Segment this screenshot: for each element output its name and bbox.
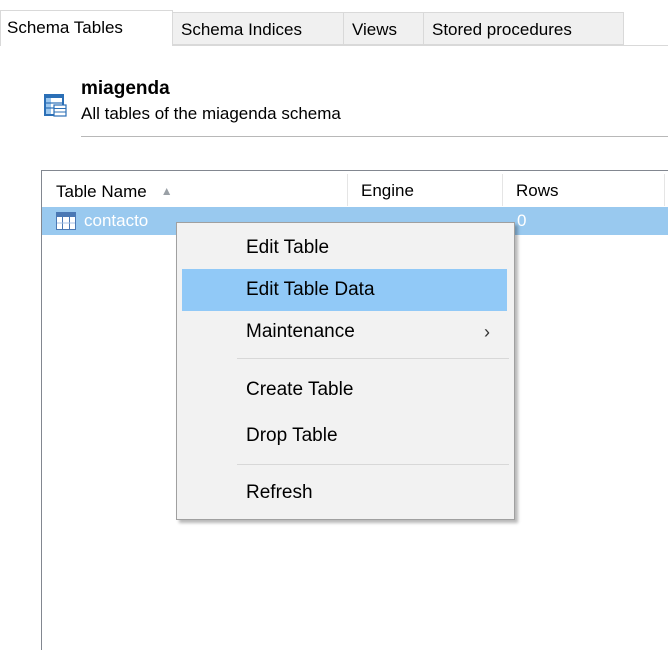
menu-item-label: Drop Table	[246, 425, 338, 446]
tab-strip: Schema Tables Schema Indices Views Store…	[0, 0, 668, 46]
tab-stored-procedures[interactable]: Stored procedures	[424, 12, 624, 45]
submenu-arrow-icon: ›	[484, 322, 490, 342]
menu-item-label: Create Table	[246, 379, 354, 400]
schema-tables-icon	[44, 94, 67, 117]
column-header-engine[interactable]: Engine	[347, 171, 502, 207]
schema-name: miagenda	[81, 78, 170, 99]
menu-separator	[237, 358, 509, 359]
tab-schema-tables[interactable]: Schema Tables	[0, 10, 173, 46]
menu-item-refresh[interactable]: Refresh	[182, 472, 507, 514]
menu-item-create-table[interactable]: Create Table	[182, 369, 507, 411]
tab-views[interactable]: Views	[344, 12, 424, 45]
menu-item-drop-table[interactable]: Drop Table	[182, 415, 507, 457]
schema-tables-panel: Schema Tables Schema Indices Views Store…	[0, 0, 668, 650]
schema-header-divider	[81, 136, 668, 137]
list-header: Table Name ▲ Engine Rows	[42, 171, 668, 207]
table-context-menu: Edit Table Edit Table Data Maintenance ›…	[176, 222, 515, 520]
table-icon	[56, 212, 76, 230]
schema-description: All tables of the miagenda schema	[81, 104, 341, 123]
column-header-table-name[interactable]: Table Name ▲	[42, 171, 347, 207]
menu-item-label: Edit Table Data	[246, 279, 375, 300]
column-divider[interactable]	[664, 174, 665, 206]
menu-item-label: Maintenance	[246, 321, 355, 342]
menu-item-maintenance[interactable]: Maintenance ›	[182, 311, 507, 353]
column-header-rows[interactable]: Rows	[502, 171, 662, 207]
menu-item-label: Refresh	[246, 482, 313, 503]
menu-separator	[237, 464, 509, 465]
menu-item-edit-table[interactable]: Edit Table	[182, 227, 507, 269]
tab-schema-indices[interactable]: Schema Indices	[173, 12, 344, 45]
sort-ascending-icon: ▲	[160, 184, 173, 198]
menu-item-label: Edit Table	[246, 237, 330, 258]
table-name-cell: contacto	[84, 211, 149, 230]
column-header-label: Table Name	[56, 182, 147, 201]
rows-cell: 0	[517, 211, 527, 230]
menu-item-edit-table-data[interactable]: Edit Table Data	[182, 269, 507, 311]
